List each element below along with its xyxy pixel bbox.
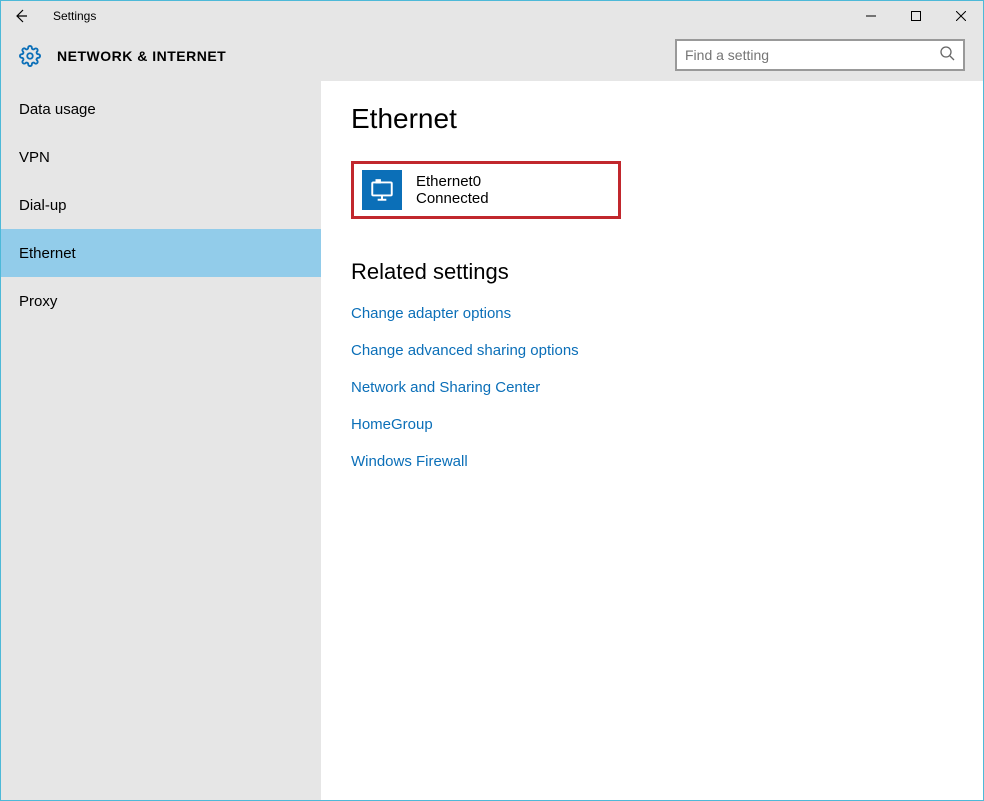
adapter-card[interactable]: Ethernet0 Connected: [351, 161, 621, 219]
adapter-text: Ethernet0 Connected: [416, 173, 489, 207]
link-windows-firewall[interactable]: Windows Firewall: [351, 453, 983, 470]
gear-icon: [19, 45, 41, 67]
sidebar-item-ethernet[interactable]: Ethernet: [1, 229, 321, 277]
related-settings-title: Related settings: [351, 259, 983, 285]
maximize-button[interactable]: [893, 1, 938, 31]
category-title: NETWORK & INTERNET: [57, 48, 226, 64]
sidebar-item-label: Data usage: [19, 101, 96, 118]
sidebar-item-data-usage[interactable]: Data usage: [1, 85, 321, 133]
sidebar-item-label: Ethernet: [19, 245, 76, 262]
close-icon: [956, 11, 966, 21]
sidebar-item-label: VPN: [19, 149, 50, 166]
minimize-icon: [866, 11, 876, 21]
link-change-adapter-options[interactable]: Change adapter options: [351, 305, 983, 322]
minimize-button[interactable]: [848, 1, 893, 31]
arrow-left-icon: [13, 8, 29, 24]
sidebar-item-proxy[interactable]: Proxy: [1, 277, 321, 325]
link-change-advanced-sharing[interactable]: Change advanced sharing options: [351, 342, 983, 359]
sidebar-item-dial-up[interactable]: Dial-up: [1, 181, 321, 229]
search-input[interactable]: [685, 47, 939, 63]
window-title: Settings: [53, 9, 96, 23]
link-network-sharing-center[interactable]: Network and Sharing Center: [351, 379, 983, 396]
close-button[interactable]: [938, 1, 983, 31]
search-box[interactable]: [675, 39, 965, 71]
ethernet-adapter-icon: [362, 170, 402, 210]
page-title: Ethernet: [351, 103, 983, 135]
sidebar: Data usage VPN Dial-up Ethernet Proxy: [1, 81, 321, 800]
window-controls: [848, 1, 983, 31]
maximize-icon: [911, 11, 921, 21]
back-button[interactable]: [1, 1, 41, 31]
sidebar-item-vpn[interactable]: VPN: [1, 133, 321, 181]
adapter-name: Ethernet0: [416, 173, 489, 190]
sidebar-item-label: Proxy: [19, 293, 57, 310]
header: NETWORK & INTERNET: [1, 31, 983, 81]
body: Data usage VPN Dial-up Ethernet Proxy Et…: [1, 81, 983, 800]
link-homegroup[interactable]: HomeGroup: [351, 416, 983, 433]
title-bar: Settings: [1, 1, 983, 31]
search-icon: [939, 45, 955, 66]
content: Ethernet Ethernet0 Connected Related set…: [321, 81, 983, 800]
adapter-status: Connected: [416, 190, 489, 207]
sidebar-item-label: Dial-up: [19, 197, 67, 214]
